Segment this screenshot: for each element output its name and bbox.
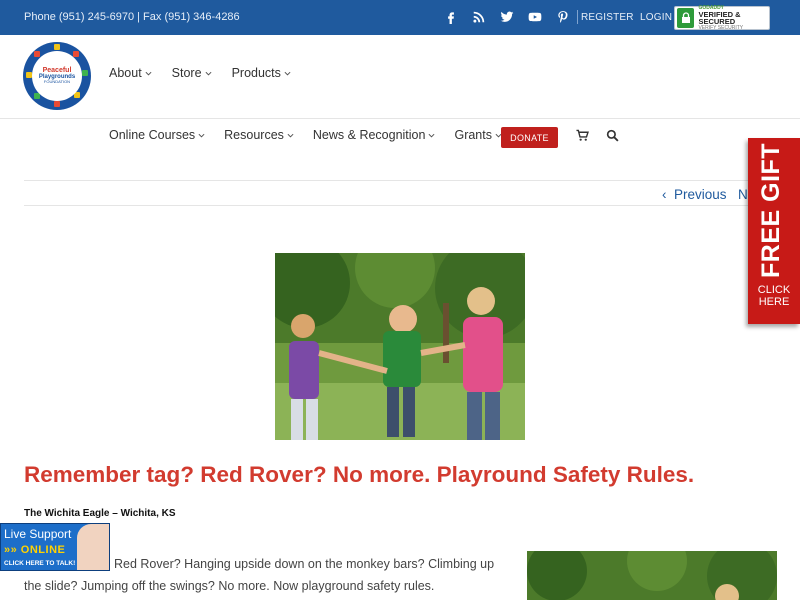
nav-item-store[interactable]: Store: [172, 66, 212, 80]
nav-label: Grants: [454, 128, 492, 142]
free-gift-cta-line: HERE: [758, 296, 790, 308]
youtube-icon[interactable]: [521, 7, 549, 27]
seal-subtitle: VERIFY SECURITY: [698, 24, 744, 31]
godaddy-seal[interactable]: GODADDY VERIFIED & SECURED VERIFY SECURI…: [674, 5, 770, 31]
nav-label: Store: [171, 66, 202, 80]
divider: [24, 205, 800, 206]
cart-icon[interactable]: [576, 129, 589, 142]
nav-item-resources[interactable]: Resources: [224, 128, 294, 142]
twitter-icon[interactable]: [493, 7, 521, 27]
seal-title: VERIFIED & SECURED: [698, 9, 741, 26]
login-link[interactable]: LOGIN: [640, 12, 672, 23]
logo-text: Peaceful: [42, 66, 72, 74]
agent-avatar: [77, 524, 109, 570]
live-support-status-text: ONLINE: [20, 544, 66, 556]
free-gift-cta-line: CLICK: [757, 284, 791, 296]
free-gift-cta: CLICK HERE: [748, 284, 800, 308]
donate-button[interactable]: DONATE: [501, 127, 558, 148]
rss-icon[interactable]: [465, 7, 493, 27]
chevron-down-icon: [284, 70, 291, 77]
nav-label: News & Recognition: [312, 128, 426, 142]
nav-item-products[interactable]: Products: [232, 66, 291, 80]
search-icon[interactable]: [606, 129, 619, 142]
chevron-down-icon: [287, 132, 294, 139]
nav-label: Online Courses: [109, 128, 196, 142]
free-gift-banner[interactable]: FREE GIFT CLICK HERE: [748, 138, 800, 324]
chevron-down-icon: [145, 70, 152, 77]
pinterest-icon[interactable]: [549, 7, 577, 27]
next-link[interactable]: N: [738, 187, 748, 202]
nav-item-about[interactable]: About: [109, 66, 152, 80]
free-gift-headline: FREE GIFT: [757, 142, 785, 278]
nav-label: About: [109, 66, 142, 80]
chevron-down-icon: [428, 132, 435, 139]
nav-item-grants[interactable]: Grants: [454, 128, 502, 142]
secondary-nav: Online Courses Resources News & Recognit…: [109, 128, 502, 142]
chevron-left-icon: ‹: [662, 187, 667, 202]
live-support-title: Live Support: [4, 527, 72, 541]
social-links: [437, 7, 578, 27]
divider: [24, 180, 800, 181]
live-support-status: »» ONLINE: [4, 544, 66, 556]
nav-item-online-courses[interactable]: Online Courses: [109, 128, 205, 142]
facebook-icon[interactable]: [437, 7, 465, 27]
divider: [577, 10, 578, 24]
contact-info: Phone (951) 245-6970 | Fax (951) 346-428…: [24, 11, 240, 23]
article-title: Remember tag? Red Rover? No more. Playro…: [24, 462, 695, 487]
primary-nav: About Store Products: [109, 66, 291, 80]
live-support-widget[interactable]: Live Support »» ONLINE CLICK HERE TO TAL…: [0, 523, 110, 571]
chevron-down-icon: [205, 70, 212, 77]
lock-icon: [677, 8, 695, 28]
article-photo-secondary: [527, 551, 777, 600]
logo-text: FOUNDATION: [43, 79, 71, 85]
article-photo: [275, 253, 525, 440]
previous-label: Previous: [674, 187, 727, 202]
divider: [0, 118, 800, 119]
nav-item-news-recognition[interactable]: News & Recognition: [313, 128, 436, 142]
live-support-cta: CLICK HERE TO TALK!: [4, 560, 76, 567]
chevron-down-icon: [198, 132, 205, 139]
nav-label: Products: [231, 66, 281, 80]
nav-label: Resources: [224, 128, 284, 142]
article-source: The Wichita Eagle – Wichita, KS: [24, 508, 176, 519]
top-bar: Phone (951) 245-6970 | Fax (951) 346-428…: [0, 0, 800, 35]
site-logo[interactable]: Peaceful Playgrounds FOUNDATION: [23, 42, 91, 110]
previous-link[interactable]: ‹ Previous: [662, 187, 727, 202]
register-link[interactable]: REGISTER: [581, 12, 634, 23]
